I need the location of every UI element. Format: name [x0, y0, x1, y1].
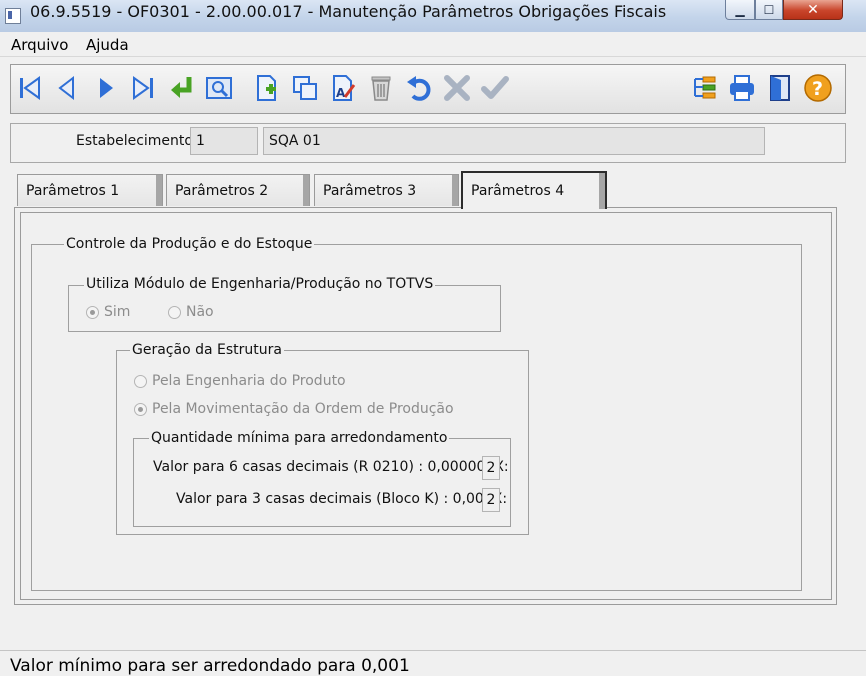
radio-nao[interactable]: Não	[168, 304, 214, 320]
quantidade-group-title: Quantidade mínima para arredondamento	[149, 430, 450, 446]
radio-sim-label: Sim	[104, 304, 131, 320]
cancel-icon	[444, 75, 470, 101]
undo-icon	[407, 76, 431, 101]
go-to-icon	[171, 77, 192, 98]
radio-checked-icon	[86, 305, 99, 319]
svg-text:?: ?	[812, 78, 823, 100]
radio-movimentacao[interactable]: Pela Movimentação da Ordem de Produção	[134, 401, 454, 417]
app-icon[interactable]	[5, 8, 21, 24]
geracao-group-title: Geração da Estrutura	[130, 342, 284, 358]
radio-unchecked-icon	[168, 305, 181, 319]
radio-unchecked-icon	[134, 374, 147, 388]
print-icon	[730, 75, 754, 101]
valor-3-casas-label: Valor para 3 casas decimais (Bloco K) : …	[176, 491, 508, 507]
quantidade-group	[133, 438, 511, 527]
minimize-button[interactable]: ▁	[725, 0, 755, 20]
exit-button[interactable]	[764, 72, 796, 104]
status-bar-text: Valor mínimo para ser arredondado para 0…	[10, 656, 410, 676]
radio-engenharia-label: Pela Engenharia do Produto	[152, 373, 346, 389]
search-button[interactable]	[203, 72, 235, 104]
delete-icon	[371, 76, 391, 101]
help-button[interactable]: ?	[802, 72, 834, 104]
structure-tree-icon	[694, 76, 716, 99]
first-record-icon	[20, 76, 40, 100]
go-to-button[interactable]	[166, 72, 198, 104]
menu-ajuda[interactable]: Ajuda	[86, 36, 129, 54]
copy-icon	[293, 76, 317, 100]
radio-engenharia[interactable]: Pela Engenharia do Produto	[134, 373, 346, 389]
establishment-label: Estabelecimento:	[76, 133, 198, 149]
menu-bar	[0, 32, 866, 57]
window-title: 06.9.5519 - OF0301 - 2.00.00.017 - Manut…	[30, 2, 667, 21]
next-record-icon	[100, 78, 113, 98]
edit-document-icon: A	[333, 75, 356, 101]
delete-button[interactable]	[365, 72, 397, 104]
confirm-button[interactable]	[479, 72, 511, 104]
cancel-button[interactable]	[441, 72, 473, 104]
valor-3-casas-input[interactable]: 2	[482, 488, 500, 512]
confirm-icon	[481, 76, 509, 99]
establishment-code-field[interactable]: 1	[190, 127, 258, 155]
tab-parametros-4[interactable]: Parâmetros 4	[461, 171, 607, 209]
previous-record-button[interactable]	[51, 72, 83, 104]
tab-parametros-2[interactable]: Parâmetros 2	[166, 174, 310, 206]
new-document-icon	[257, 75, 276, 101]
undo-button[interactable]	[403, 72, 435, 104]
svg-text:A: A	[336, 86, 346, 100]
next-record-button[interactable]	[90, 72, 122, 104]
tab-parametros-3[interactable]: Parâmetros 3	[314, 174, 459, 206]
maximize-button[interactable]: ☐	[755, 0, 783, 20]
search-icon	[206, 77, 232, 99]
radio-sim[interactable]: Sim	[86, 304, 130, 320]
status-separator	[0, 650, 866, 651]
first-record-button[interactable]	[14, 72, 46, 104]
close-button[interactable]: ✕	[783, 0, 843, 20]
copy-button[interactable]	[289, 72, 321, 104]
menu-arquivo[interactable]: Arquivo	[11, 36, 68, 54]
utiliza-group	[68, 285, 501, 332]
radio-movimentacao-label: Pela Movimentação da Ordem de Produção	[152, 401, 454, 417]
exit-icon	[770, 75, 790, 101]
print-button[interactable]	[726, 72, 758, 104]
edit-button[interactable]: A	[327, 72, 359, 104]
valor-6-casas-label: Valor para 6 casas decimais (R 0210) : 0…	[153, 459, 509, 475]
valor-6-casas-input[interactable]: 2	[482, 456, 500, 480]
structure-button[interactable]	[688, 72, 720, 104]
new-button[interactable]	[251, 72, 283, 104]
radio-nao-label: Não	[186, 304, 214, 320]
radio-checked-icon	[134, 402, 147, 416]
previous-record-icon	[58, 75, 74, 101]
establishment-name-field: SQA 01	[263, 127, 765, 155]
last-record-icon	[133, 76, 153, 100]
help-icon: ?	[804, 74, 832, 102]
last-record-button[interactable]	[127, 72, 159, 104]
tab-parametros-1[interactable]: Parâmetros 1	[17, 174, 163, 206]
controle-group-title: Controle da Produção e do Estoque	[64, 236, 315, 252]
utiliza-group-title: Utiliza Módulo de Engenharia/Produção no…	[84, 276, 436, 292]
